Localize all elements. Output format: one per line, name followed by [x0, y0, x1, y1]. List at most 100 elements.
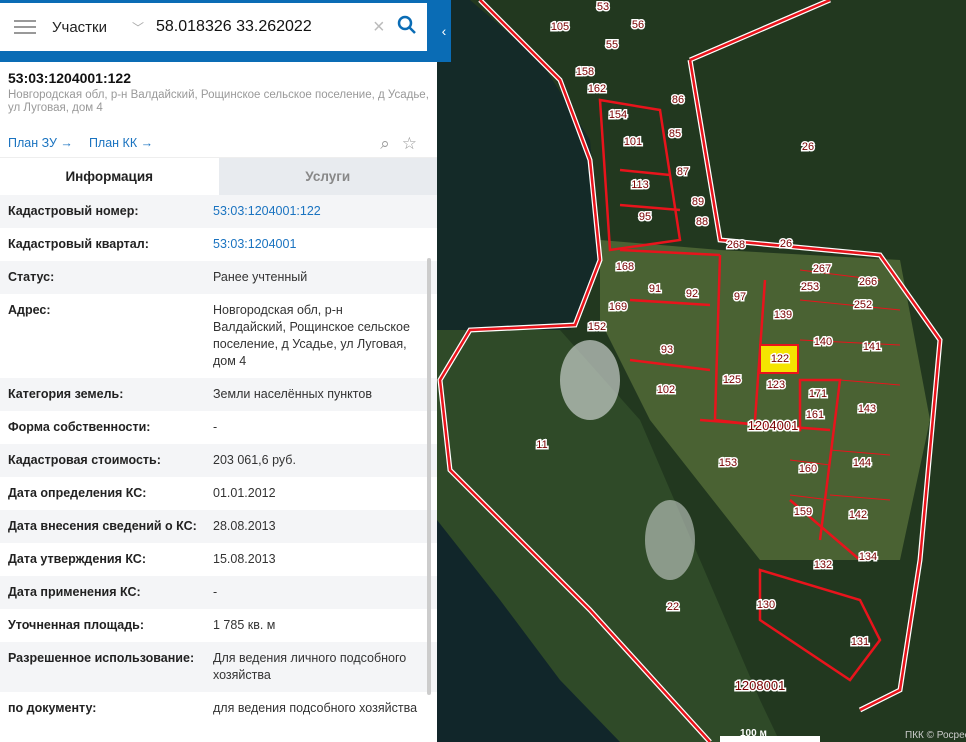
- parcel-label[interactable]: 144: [851, 456, 872, 471]
- info-panel: Участки ﹀ 58.018326 33.262022 × 53:03:12…: [0, 0, 437, 742]
- parcel-label[interactable]: 134: [857, 550, 878, 565]
- parcel-label[interactable]: 88: [694, 215, 709, 230]
- parcel-label[interactable]: 253: [799, 280, 820, 295]
- info-row: Статус: Ранее учтенный: [0, 261, 437, 294]
- parcel-label[interactable]: 125: [721, 373, 742, 388]
- parcel-label[interactable]: 131: [849, 635, 870, 650]
- info-row: Дата внесения сведений о КС: 28.08.2013: [0, 510, 437, 543]
- parcel-label[interactable]: 153: [717, 456, 738, 471]
- parcel-label[interactable]: 152: [586, 320, 607, 335]
- scale-bar: [720, 736, 820, 742]
- parcel-label[interactable]: 91: [647, 282, 662, 297]
- parcel-label[interactable]: 168: [614, 260, 635, 275]
- parcel-label[interactable]: 141: [861, 340, 882, 355]
- object-title: 53:03:1204001:122: [8, 70, 131, 86]
- parcel-label[interactable]: 55: [604, 38, 619, 53]
- parcel-label[interactable]: 85: [667, 127, 682, 142]
- parcel-label[interactable]: 93: [659, 343, 674, 358]
- star-icon[interactable]: ☆: [402, 134, 417, 154]
- parcel-label[interactable]: 11: [535, 438, 549, 453]
- info-label: Кадастровая стоимость:: [8, 453, 161, 467]
- tab-info[interactable]: Информация: [0, 158, 219, 195]
- parcel-label[interactable]: 87: [675, 165, 690, 180]
- parcel-label[interactable]: 171: [807, 387, 828, 402]
- zoom-to-icon[interactable]: ⌕: [380, 134, 390, 154]
- menu-icon[interactable]: [14, 16, 36, 38]
- info-label: Форма собственности:: [8, 420, 151, 434]
- parcel-label[interactable]: 86: [670, 93, 685, 108]
- info-row: Разрешенное использование: Для ведения ли…: [0, 642, 437, 692]
- info-label: Дата определения КС:: [8, 486, 147, 500]
- info-value[interactable]: 53:03:1204001:122: [213, 203, 429, 220]
- parcel-label[interactable]: 267: [811, 262, 832, 277]
- tab-services[interactable]: Услуги: [218, 158, 437, 195]
- info-row: Уточненная площадь: 1 785 кв. м: [0, 609, 437, 642]
- chevron-down-icon[interactable]: ﹀: [132, 19, 156, 36]
- info-value[interactable]: 53:03:1204001: [213, 236, 429, 253]
- parcel-label[interactable]: 162: [586, 82, 607, 97]
- parcel-label[interactable]: 113: [630, 178, 651, 193]
- info-value: Ранее учтенный: [213, 270, 308, 284]
- parcel-label[interactable]: 123: [765, 378, 786, 393]
- info-value: 1 785 кв. м: [213, 618, 276, 632]
- scrollbar[interactable]: [427, 258, 431, 695]
- info-value: Для ведения личного подсобного хозяйства: [213, 651, 407, 682]
- search-bar: Участки ﹀ 58.018326 33.262022 ×: [0, 3, 427, 51]
- parcel-label[interactable]: 161: [804, 408, 825, 423]
- parcel-label[interactable]: 101: [622, 135, 643, 150]
- parcel-label[interactable]: 169: [607, 300, 628, 315]
- parcel-label[interactable]: 143: [856, 402, 877, 417]
- parcel-label[interactable]: 97: [732, 290, 747, 305]
- parcel-label[interactable]: 26: [778, 237, 793, 252]
- parcel-label[interactable]: 26: [800, 140, 815, 155]
- parcel-label[interactable]: 95: [637, 210, 652, 225]
- parcel-label[interactable]: 92: [684, 287, 699, 302]
- info-value: -: [213, 585, 218, 599]
- info-row: Кадастровый квартал: 53:03:1204001: [0, 228, 437, 261]
- parcel-label[interactable]: 252: [852, 298, 873, 313]
- parcel-label[interactable]: 53: [595, 0, 610, 15]
- map-attribution: ПКК © Росреестр: [905, 730, 966, 741]
- plan-zu-link[interactable]: План ЗУ →: [8, 136, 73, 150]
- parcel-label[interactable]: 142: [847, 508, 868, 523]
- parcel-label[interactable]: 268: [725, 238, 746, 253]
- parcel-label[interactable]: 22: [665, 600, 680, 615]
- parcel-label[interactable]: 139: [772, 308, 793, 323]
- search-input[interactable]: 58.018326 33.262022: [156, 18, 373, 36]
- info-row: Форма собственности: -: [0, 411, 437, 444]
- clear-icon[interactable]: ×: [373, 16, 397, 39]
- info-value: для ведения подсобного хозяйства: [213, 701, 418, 715]
- parcel-label[interactable]: 122: [769, 352, 790, 367]
- info-value: Новгородская обл, р-н Валдайский, Рощинс…: [213, 303, 410, 368]
- info-row: Дата применения КС: -: [0, 576, 437, 609]
- parcel-label[interactable]: 159: [792, 505, 813, 520]
- info-value: 01.01.2012: [213, 486, 276, 500]
- parcel-label[interactable]: 105: [549, 20, 570, 35]
- parcel-label[interactable]: 266: [857, 275, 878, 290]
- parcel-label[interactable]: 132: [812, 558, 833, 573]
- layer-select[interactable]: Участки: [52, 19, 132, 36]
- collapse-panel-button[interactable]: ‹: [437, 0, 451, 62]
- parcel-label[interactable]: 140: [812, 335, 833, 350]
- info-label: по документу:: [8, 701, 97, 715]
- parcel-label[interactable]: 158: [574, 65, 595, 80]
- quarter-label: 1204001: [748, 418, 799, 433]
- parcel-label[interactable]: 130: [755, 598, 776, 613]
- info-label: Уточненная площадь:: [8, 618, 145, 632]
- info-value: 203 061,6 руб.: [213, 453, 296, 467]
- parcel-label[interactable]: 160: [797, 462, 818, 477]
- info-label: Категория земель:: [8, 387, 124, 401]
- parcel-label[interactable]: 102: [655, 383, 676, 398]
- info-label: Дата утверждения КС:: [8, 552, 146, 566]
- plan-kk-link[interactable]: План КК →: [89, 136, 153, 150]
- info-row: по документу: для ведения подсобного хозя…: [0, 692, 437, 725]
- search-icon[interactable]: [397, 15, 427, 40]
- top-bar: Участки ﹀ 58.018326 33.262022 ×: [0, 0, 437, 62]
- info-label: Кадастровый номер:: [8, 204, 139, 218]
- parcel-label[interactable]: 56: [630, 18, 645, 33]
- info-row: Дата утверждения КС: 15.08.2013: [0, 543, 437, 576]
- parcel-label[interactable]: 154: [607, 108, 628, 123]
- parcel-label[interactable]: 89: [690, 195, 705, 210]
- quarter-label: 1208001: [735, 678, 786, 693]
- info-value: 15.08.2013: [213, 552, 276, 566]
